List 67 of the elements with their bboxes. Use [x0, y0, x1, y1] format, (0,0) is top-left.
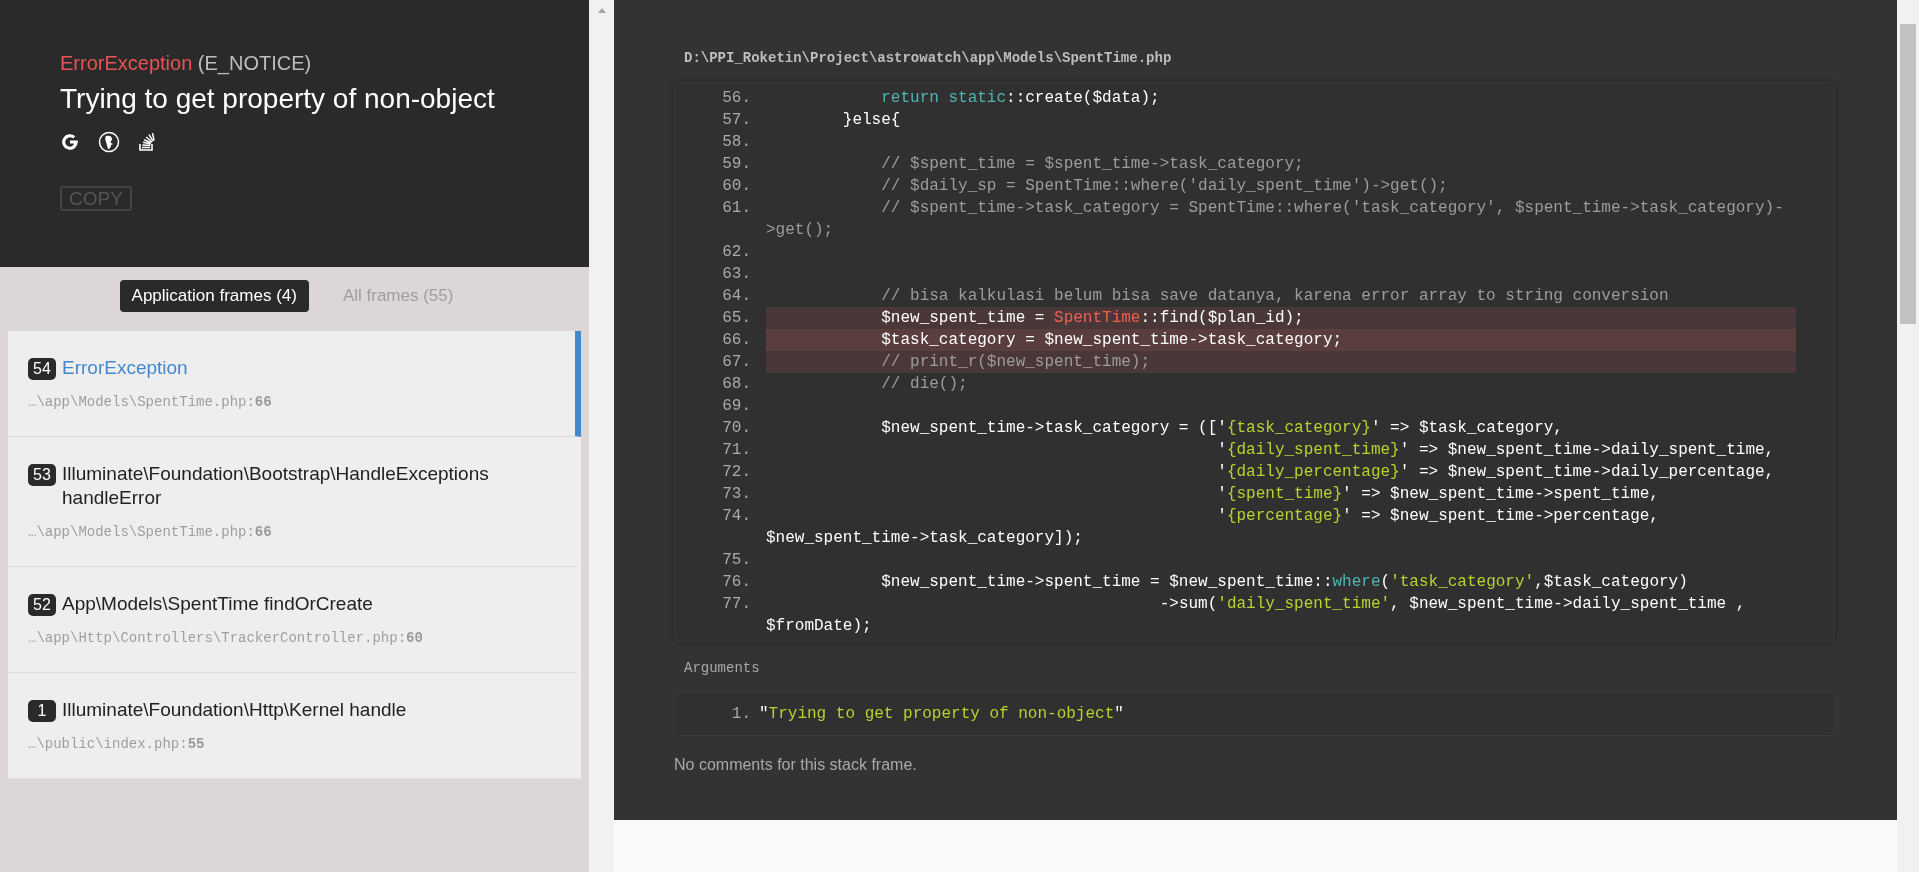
file-path: D:\PPI_Roketin\Project\astrowatch\app\Models\SpentTime.php [684, 50, 1173, 66]
frame-file: …\app\Models\SpentTime.php:66 [28, 394, 273, 410]
line-number: 57. [721, 110, 752, 131]
argument-value: "Trying to get property of non-object" [759, 704, 1124, 725]
code-line: ->sum('daily_spent_time', $new_spent_time->daily_spent_time , $fromDate); [766, 594, 1747, 637]
scrollbar[interactable] [589, 0, 614, 872]
code-line: '{percentage}' => $new_spent_time->percentage, $new_spent_time->task_category]); [766, 506, 1660, 549]
line-number: 71. [721, 440, 752, 461]
line-number: 62. [721, 242, 752, 263]
code-line: // die(); [880, 374, 969, 395]
frame-file: …\public\index.php:55 [28, 736, 206, 752]
frame-number: 52 [28, 594, 56, 616]
argument-number: 1. [730, 704, 752, 725]
frame-name: App\Models\SpentTime findOrCreate [62, 592, 373, 616]
line-number: 56. [721, 88, 752, 109]
google-search-icon[interactable] [60, 132, 80, 152]
scrollbar[interactable] [1897, 0, 1919, 872]
line-number: 64. [721, 286, 752, 307]
line-number: 73. [721, 484, 752, 505]
code-line: // $spent_time->task_category = SpentTime::where('task_category', $spent_time->task_category)->get(); [766, 198, 1785, 241]
code-line: // $daily_sp = SpentTime::where('daily_spent_time')->get(); [880, 176, 1449, 197]
exception-type: ErrorException [60, 52, 193, 74]
frames-tab[interactable]: Application frames (4) [119, 279, 309, 312]
code-line: // bisa kalkulasi belum bisa save datanya, karena error array to string conversion [880, 286, 1670, 307]
frame-name: Illuminate\Foundation\Http\Kernel handle [62, 698, 407, 722]
line-number: 72. [721, 462, 752, 483]
frame-number: 54 [28, 358, 56, 380]
stack-frame[interactable]: 54 ErrorException …\app\Models\SpentTime.php:66 [8, 331, 581, 437]
frame-number: 53 [28, 464, 56, 486]
line-number: 74. [721, 506, 752, 527]
line-number: 68. [721, 374, 752, 395]
line-number: 65. [721, 308, 752, 329]
code-line: $new_spent_time->task_category = (['{task_category}' => $task_category, [880, 418, 1564, 439]
line-number: 60. [721, 176, 752, 197]
frame-file: …\app\Http\Controllers\TrackerController.php:60 [28, 630, 424, 646]
line-number: 77. [721, 594, 752, 615]
line-number: 67. [721, 352, 752, 373]
code-line: '{daily_percentage}' => $new_spent_time->daily_percentage, [1216, 462, 1776, 483]
line-number: 75. [721, 550, 752, 571]
code-line: '{daily_spent_time}' => $new_spent_time->daily_spent_time, [1216, 440, 1776, 461]
exception-code: (E_NOTICE) [197, 52, 312, 74]
line-number: 59. [721, 154, 752, 175]
line-number: 70. [721, 418, 752, 439]
stack-frame[interactable]: 1 Illuminate\Foundation\Http\Kernel handle …\public\index.php:55 [8, 673, 581, 779]
line-number: 76. [721, 572, 752, 593]
comments-note: No comments for this stack frame. [674, 756, 918, 774]
code-line: }else{ [841, 110, 902, 131]
line-number: 61. [721, 198, 752, 219]
line-number: 69. [721, 396, 752, 417]
exception-message: Trying to get property of non-object [60, 83, 496, 115]
frame-name: Illuminate\Foundation\Bootstrap\HandleExceptions handleError [62, 462, 490, 510]
scroll-up-icon[interactable] [597, 8, 606, 13]
stack-overflow-icon[interactable] [138, 132, 156, 152]
line-number: 58. [721, 132, 752, 153]
code-line: // $spent_time = $spent_time->task_category; [880, 154, 1305, 175]
code-line: $new_spent_time->spent_time = $new_spent_time::where('task_category',$task_category) [880, 572, 1689, 593]
stack-frame[interactable]: 52 App\Models\SpentTime findOrCreate …\app\Http\Controllers\TrackerController.php:60 [8, 567, 581, 673]
stack-frame[interactable]: 53 Illuminate\Foundation\Bootstrap\HandleExceptions handleError …\app\Models\SpentTime.php:66 [8, 437, 581, 567]
scrollbar-thumb[interactable] [1900, 24, 1916, 324]
frame-name: ErrorException [62, 356, 188, 380]
code-line: return static::create($data); [880, 88, 1161, 109]
line-number: 66. [721, 330, 752, 351]
frame-number: 1 [28, 700, 56, 722]
arguments-label: Arguments [684, 660, 761, 676]
frame-file: …\app\Models\SpentTime.php:66 [28, 524, 273, 540]
code-line: '{spent_time}' => $new_spent_time->spent_time, [1216, 484, 1660, 505]
line-number: 63. [721, 264, 752, 285]
